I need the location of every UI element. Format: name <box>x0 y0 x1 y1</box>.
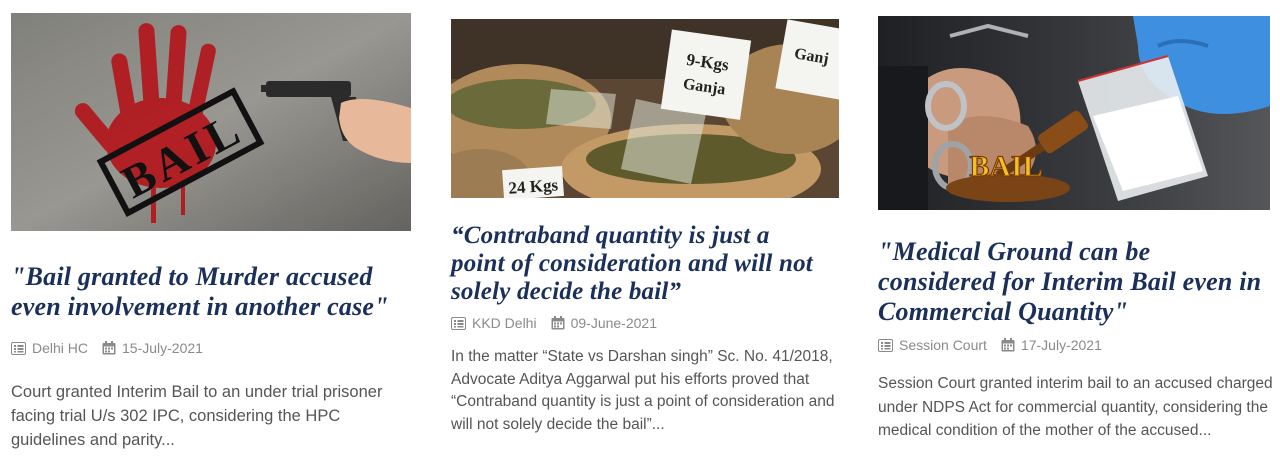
article-meta-3: Session Court 17-July-2021 <box>878 337 1102 353</box>
article-date-3: 17-July-2021 <box>1001 337 1102 353</box>
list-icon <box>451 316 466 330</box>
calendar-icon <box>551 316 565 330</box>
article-category-label-1: Delhi HC <box>32 340 89 356</box>
list-icon <box>11 341 26 355</box>
calendar-icon <box>1001 338 1015 352</box>
article-meta-1: Delhi HC 15-July-2021 <box>11 340 203 356</box>
article-category-label-3: Session Court <box>899 337 987 353</box>
article-category-1[interactable]: Delhi HC <box>11 340 88 356</box>
article-excerpt-3: Session Court granted interim bail to an… <box>878 375 1273 439</box>
label-24kgs: 24 Kgs <box>508 175 559 197</box>
calendar-icon <box>102 341 116 355</box>
article-meta-2: KKD Delhi 09-June-2021 <box>451 315 657 331</box>
article-category-label-2: KKD Delhi <box>472 315 537 331</box>
article-title-3[interactable]: "Medical Ground can be considered for In… <box>878 237 1270 327</box>
article-category-2[interactable]: KKD Delhi <box>451 315 537 331</box>
article-date-label-2: 09-June-2021 <box>570 315 657 331</box>
list-icon <box>878 338 893 352</box>
article-date-label-3: 17-July-2021 <box>1020 337 1102 353</box>
article-image-1[interactable]: BAIL <box>11 13 411 231</box>
article-excerpt-1: Court granted Interim Bail to an under t… <box>11 383 383 449</box>
article-image-2[interactable]: 9-Kgs Ganja Ganj 24 Kgs <box>451 19 839 198</box>
article-title-1[interactable]: "Bail granted to Murder accused even inv… <box>11 262 411 322</box>
article-category-3[interactable]: Session Court <box>878 337 987 353</box>
article-title-2[interactable]: “Contraband quantity is just a point of … <box>451 222 821 306</box>
article-date-label-1: 15-July-2021 <box>122 340 203 356</box>
article-date-1: 15-July-2021 <box>102 340 203 356</box>
article-excerpt-2: In the matter “State vs Darshan singh” S… <box>451 348 835 433</box>
article-image-3[interactable]: BAIL <box>878 16 1270 210</box>
article-date-2: 09-June-2021 <box>551 315 657 331</box>
bail-badge-text: BAIL <box>969 150 1042 183</box>
